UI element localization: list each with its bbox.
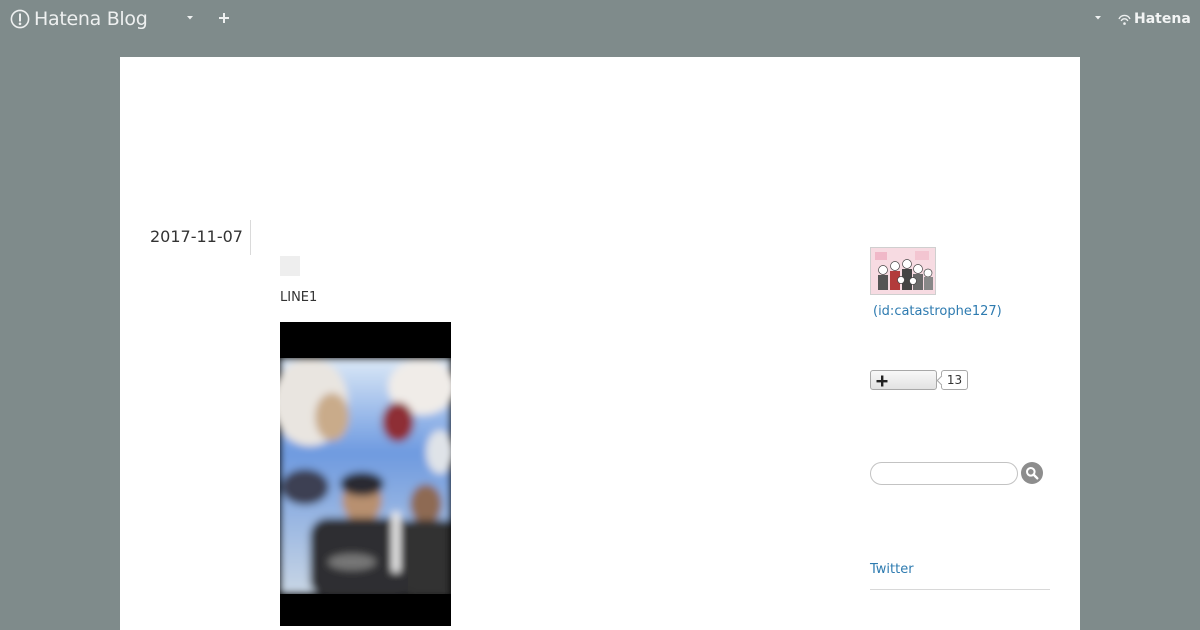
entry-photo[interactable] xyxy=(280,322,451,626)
search-icon xyxy=(1026,467,1039,480)
hatena-blog-logo-icon xyxy=(10,9,30,29)
global-header: Hatena Blog Hatena xyxy=(0,0,1200,38)
search-input[interactable] xyxy=(870,462,1018,485)
hatena-logo-icon xyxy=(1118,14,1131,25)
subscriber-count: 13 xyxy=(941,370,968,390)
blog-container: 2017-11-07 LINE1 (id:catastrophe127) 13 … xyxy=(120,57,1080,630)
search-button[interactable] xyxy=(1021,462,1043,484)
plus-icon[interactable] xyxy=(217,11,231,25)
entry-title-placeholder xyxy=(280,256,300,276)
entry-body-text: LINE1 xyxy=(280,290,318,305)
caret-down-icon[interactable] xyxy=(184,11,196,23)
date-divider xyxy=(250,220,251,255)
entry-date[interactable]: 2017-11-07 xyxy=(150,227,243,246)
twitter-link[interactable]: Twitter xyxy=(870,562,914,577)
profile-user-id-link[interactable]: (id:catastrophe127) xyxy=(873,304,1002,319)
section-divider xyxy=(870,589,1050,590)
avatar-image xyxy=(871,248,935,294)
account-caret-down-icon[interactable] xyxy=(1092,11,1104,23)
brand-label: Hatena Blog xyxy=(34,8,148,30)
hatena-logo[interactable]: Hatena xyxy=(1118,11,1191,27)
hatena-blog-logo[interactable]: Hatena Blog xyxy=(10,6,148,32)
plus-icon xyxy=(876,375,888,387)
hatena-label: Hatena xyxy=(1134,11,1191,27)
photo-image xyxy=(280,322,451,626)
profile-avatar[interactable] xyxy=(870,247,936,295)
subscribe-button[interactable] xyxy=(870,370,937,390)
